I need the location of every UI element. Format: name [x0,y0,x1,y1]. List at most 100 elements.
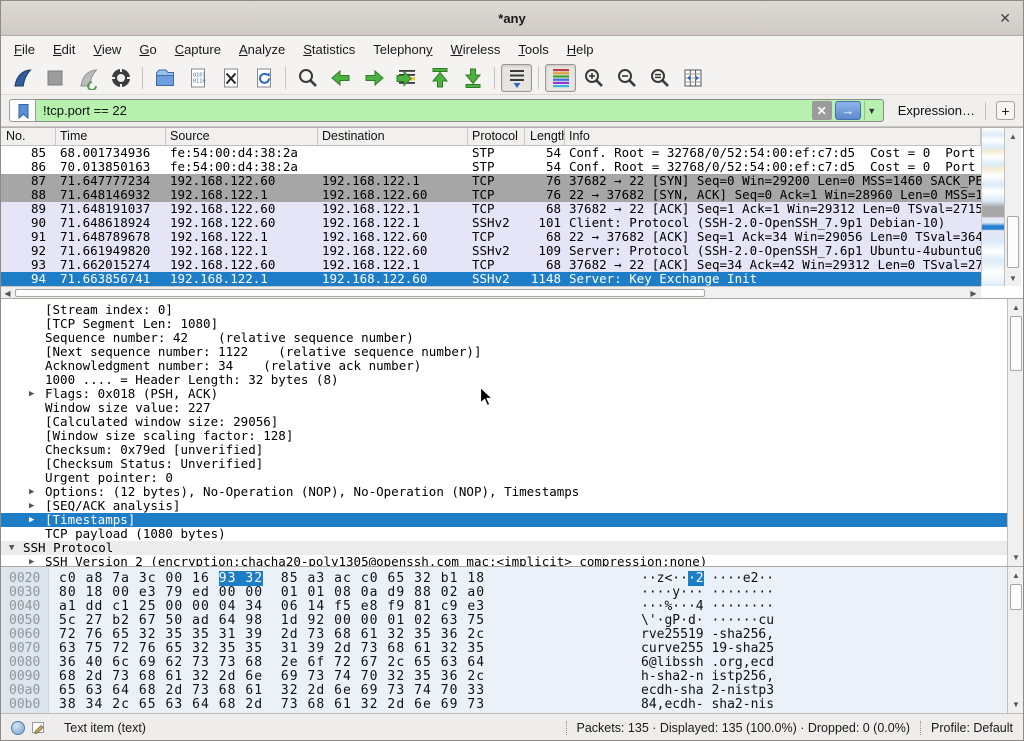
detail-line[interactable]: ▶[Timestamps] [1,513,1023,527]
ascii-bytes[interactable]: ··z<···2 ····e2·· [641,572,774,586]
packet-row-91[interactable]: 9171.648789678192.168.122.1192.168.122.6… [1,230,981,244]
ascii-bytes[interactable]: ecdh-sha 2-nistp3 [641,684,774,698]
collapsed-arrow-icon[interactable]: ▶ [29,387,43,401]
detail-line[interactable]: ▶Flags: 0x018 (PSH, ACK) [1,387,1023,401]
resize-columns-button[interactable] [677,64,708,92]
column-header-no[interactable]: No. [1,128,56,145]
detail-line[interactable]: Sequence number: 42 (relative sequence n… [1,331,1023,345]
packet-row-89[interactable]: 8971.648191037192.168.122.60192.168.122.… [1,202,981,216]
hex-bytes[interactable]: 80 18 00 e3 79 ed 00 00 01 01 08 0a d9 8… [59,586,485,600]
detail-line[interactable]: [Window size scaling factor: 128] [1,429,1023,443]
go-to-bottom-button[interactable] [457,64,488,92]
detail-line[interactable]: TCP payload (1080 bytes) [1,527,1023,541]
detail-line[interactable]: [Calculated window size: 29056] [1,415,1023,429]
detail-line[interactable]: Urgent pointer: 0 [1,471,1023,485]
packet-row-94[interactable]: 9471.663856741192.168.122.1192.168.122.6… [1,272,981,286]
scroll-up-icon[interactable]: ▲ [1008,299,1024,315]
hex-row-00b0[interactable]: 00b038 34 2c 65 63 64 68 2d 73 68 61 32 … [1,698,1023,712]
detail-line[interactable]: Window size value: 227 [1,401,1023,415]
save-file-button[interactable]: 01010110 [182,64,213,92]
bytes-vscrollbar[interactable]: ▲ ▼ [1007,567,1024,713]
menu-help[interactable]: Help [558,39,603,60]
hex-bytes[interactable]: 38 34 2c 65 63 64 68 2d 73 68 61 32 2d 6… [59,698,485,712]
ascii-bytes[interactable]: ····y··· ········ [641,586,774,600]
ascii-bytes[interactable]: \'·gP·d· ······cu [641,614,774,628]
menu-go[interactable]: Go [130,39,165,60]
auto-scroll-button[interactable] [501,64,532,92]
column-header-info[interactable]: Info [565,128,981,145]
hex-row-0090[interactable]: 009068 2d 73 68 61 32 2d 6e 69 73 74 70 … [1,670,1023,684]
hex-bytes[interactable]: 36 40 6c 69 62 73 73 68 2e 6f 72 67 2c 6… [59,656,485,670]
close-file-button[interactable] [215,64,246,92]
hex-bytes[interactable]: 5c 27 b2 67 50 ad 64 98 1d 92 00 00 01 0… [59,614,485,628]
go-to-top-button[interactable] [424,64,455,92]
detail-line[interactable]: Acknowledgment number: 34 (relative ack … [1,359,1023,373]
hex-row-0070[interactable]: 007063 75 72 76 65 32 35 35 31 39 2d 73 … [1,642,1023,656]
colorize-packets-button[interactable] [545,64,576,92]
menu-capture[interactable]: Capture [166,39,230,60]
zoom-in-button[interactable] [578,64,609,92]
hex-row-00a0[interactable]: 00a065 63 64 68 2d 73 68 61 32 2d 6e 69 … [1,684,1023,698]
scroll-down-icon[interactable]: ▼ [1005,270,1021,286]
detail-line[interactable]: [Stream index: 0] [1,303,1023,317]
hex-row-0020[interactable]: 0020c0 a8 7a 3c 00 16 93 32 85 a3 ac c0 … [1,572,1023,586]
menu-edit[interactable]: Edit [44,39,84,60]
column-header-source[interactable]: Source [166,128,318,145]
collapsed-arrow-icon[interactable]: ▶ [29,485,43,499]
ascii-bytes[interactable]: ···%···4 ········ [641,600,774,614]
ascii-bytes[interactable]: h-sha2-n istp256, [641,670,774,684]
detail-line[interactable]: ▼SSH Protocol [1,541,1023,555]
ascii-bytes[interactable]: rve25519 -sha256, [641,628,774,642]
filter-bookmark-button[interactable] [9,99,36,122]
detail-line[interactable]: Checksum: 0x79ed [unverified] [1,443,1023,457]
filter-dropdown-icon[interactable]: ▼ [864,101,879,120]
menu-tools[interactable]: Tools [509,39,557,60]
detail-line[interactable]: ▶Options: (12 bytes), No-Operation (NOP)… [1,485,1023,499]
menu-telephony[interactable]: Telephony [364,39,441,60]
scroll-up-icon[interactable]: ▲ [1008,567,1024,583]
column-header-length[interactable]: Length [525,128,565,145]
hex-row-0030[interactable]: 003080 18 00 e3 79 ed 00 00 01 01 08 0a … [1,586,1023,600]
hex-row-0040[interactable]: 0040a1 dd c1 25 00 00 04 34 06 14 f5 e8 … [1,600,1023,614]
hex-bytes[interactable]: 72 76 65 32 35 35 31 39 2d 73 68 61 32 3… [59,628,485,642]
add-filter-button[interactable]: + [996,101,1015,120]
menu-wireless[interactable]: Wireless [442,39,510,60]
packet-row-90[interactable]: 9071.648618924192.168.122.60192.168.122.… [1,216,981,230]
detail-line[interactable]: ▶SSH Version 2 (encryption:chacha20-poly… [1,555,1023,567]
packet-row-92[interactable]: 9271.661949820192.168.122.1192.168.122.6… [1,244,981,258]
hex-bytes[interactable]: 65 63 64 68 2d 73 68 61 32 2d 6e 69 73 7… [59,684,485,698]
packet-row-86[interactable]: 8670.013850163fe:54:00:d4:38:2aSTP54Conf… [1,160,981,174]
ascii-bytes[interactable]: curve255 19-sha25 [641,642,774,656]
close-window-icon[interactable]: ✕ [999,10,1011,26]
collapsed-arrow-icon[interactable]: ▶ [29,513,43,527]
profile-button[interactable]: Profile: Default [931,721,1023,735]
scroll-up-icon[interactable]: ▲ [1005,128,1021,144]
filter-apply-icon[interactable]: → [835,101,861,120]
go-forward-button[interactable] [358,64,389,92]
ascii-bytes[interactable]: 84,ecdh- sha2-nis [641,698,774,712]
menu-statistics[interactable]: Statistics [294,39,364,60]
scroll-thumb[interactable] [15,289,705,297]
column-header-protocol[interactable]: Protocol [468,128,525,145]
packet-row-85[interactable]: 8568.001734936fe:54:00:d4:38:2aSTP54Conf… [1,146,981,160]
display-filter-input[interactable]: !tcp.port == 22 ✕ → ▼ [36,99,884,122]
hex-bytes[interactable]: 63 75 72 76 65 32 35 35 31 39 2d 73 68 6… [59,642,485,656]
go-back-button[interactable] [325,64,356,92]
scroll-down-icon[interactable]: ▼ [1008,549,1024,565]
menu-view[interactable]: View [84,39,130,60]
hex-row-0050[interactable]: 00505c 27 b2 67 50 ad 64 98 1d 92 00 00 … [1,614,1023,628]
go-to-packet-button[interactable] [391,64,422,92]
packet-row-93[interactable]: 9371.662015274192.168.122.60192.168.122.… [1,258,981,272]
packet-bytes-pane[interactable]: 0020c0 a8 7a 3c 00 16 93 32 85 a3 ac c0 … [1,567,1023,713]
hex-row-0080[interactable]: 008036 40 6c 69 62 73 73 68 2e 6f 72 67 … [1,656,1023,670]
hex-row-0060[interactable]: 006072 76 65 32 35 35 31 39 2d 73 68 61 … [1,628,1023,642]
capture-comment-icon[interactable] [31,720,46,735]
detail-line[interactable]: [Checksum Status: Unverified] [1,457,1023,471]
menu-file[interactable]: File [5,39,44,60]
start-capture-button[interactable] [6,64,37,92]
packet-row-88[interactable]: 8871.648146932192.168.122.1192.168.122.6… [1,188,981,202]
column-header-time[interactable]: Time [56,128,166,145]
column-header-destination[interactable]: Destination [318,128,468,145]
scroll-thumb[interactable] [1010,316,1022,371]
reload-file-button[interactable] [248,64,279,92]
